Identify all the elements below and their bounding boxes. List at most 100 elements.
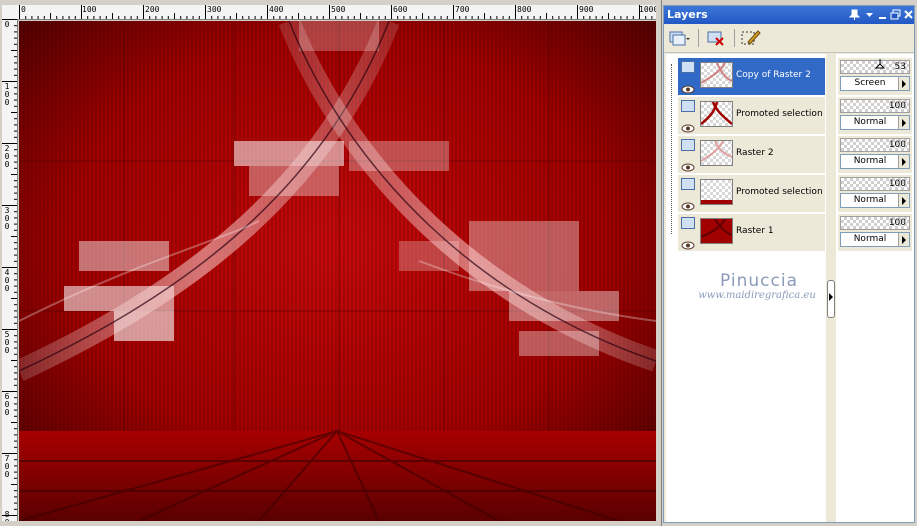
ruler-left-label: 600 xyxy=(4,392,10,417)
layer-row-raster-2[interactable]: Raster 2 xyxy=(678,136,825,174)
close-icon[interactable] xyxy=(903,9,914,20)
dropdown-arrow-icon[interactable] xyxy=(898,77,909,90)
blend-mode-value: Normal xyxy=(853,195,887,205)
layer-name: Raster 2 xyxy=(736,148,774,158)
layer-name: Raster 1 xyxy=(736,226,774,236)
layer-name: Copy of Raster 2 xyxy=(736,70,811,80)
eye-icon[interactable] xyxy=(681,157,695,172)
layer-group-line xyxy=(671,64,673,234)
opacity-slider[interactable]: 100 xyxy=(840,216,910,230)
new-layer-icon[interactable] xyxy=(668,28,690,48)
eye-icon[interactable] xyxy=(681,196,695,211)
layer-thumbnail xyxy=(700,140,733,166)
ruler-top-label: 400 xyxy=(269,5,284,14)
opacity-slider[interactable]: 100 xyxy=(840,177,910,191)
layers-list: Copy of Raster 2 Promoted selection Rast… xyxy=(666,54,831,522)
blend-mode-select[interactable]: Normal xyxy=(840,115,910,130)
dropdown-arrow-icon[interactable] xyxy=(898,116,909,129)
layers-palette: Layers Copy of Raster 2 Promoted selecti… xyxy=(663,5,915,523)
dropdown-arrow-icon[interactable] xyxy=(898,155,909,168)
toolbar-separator xyxy=(698,29,699,47)
layer-name: Promoted selection 1 xyxy=(736,187,832,197)
eye-icon[interactable] xyxy=(681,79,695,94)
blend-mode-select[interactable]: Screen xyxy=(840,76,910,91)
ruler-top[interactable]: 0 100 200 300 400 500 600 700 800 900 10… xyxy=(19,5,656,20)
slider-thumb-icon[interactable] xyxy=(875,59,885,69)
layer-visibility-toggle[interactable] xyxy=(681,100,695,112)
layer-thumbnail xyxy=(700,218,733,244)
ruler-top-label: 100 xyxy=(82,5,97,14)
blend-mode-value: Normal xyxy=(853,117,887,127)
canvas-artwork xyxy=(19,21,656,521)
ruler-left-label: 400 xyxy=(4,268,10,293)
layer-thumbnail xyxy=(700,179,733,205)
ruler-left-label: 100 xyxy=(4,82,10,107)
dropdown-arrow-icon[interactable] xyxy=(898,194,909,207)
ruler-top-label: 500 xyxy=(331,5,346,14)
ruler-left-label: 500 xyxy=(4,330,10,355)
blend-mode-select[interactable]: Normal xyxy=(840,154,910,169)
layer-props-promoted-selection: 100 Normal xyxy=(838,97,912,134)
eye-icon[interactable] xyxy=(681,235,695,250)
layer-visibility-toggle[interactable] xyxy=(681,217,695,229)
layer-row-promoted-selection-1[interactable]: Promoted selection 1 xyxy=(678,175,831,213)
ruler-left-label: 200 xyxy=(4,144,10,169)
opacity-value: 100 xyxy=(888,218,906,228)
palette-title: Layers xyxy=(667,8,708,21)
edit-selection-icon[interactable] xyxy=(740,28,762,48)
blend-mode-select[interactable]: Normal xyxy=(840,232,910,247)
ruler-top-label: 0 xyxy=(21,5,26,14)
ruler-top-label: 1000 xyxy=(639,5,656,14)
eye-icon[interactable] xyxy=(681,118,695,133)
ruler-top-label: 900 xyxy=(579,5,594,14)
delete-layer-icon[interactable] xyxy=(706,28,728,48)
splitter-handle[interactable] xyxy=(827,280,835,318)
expand-arrow-icon xyxy=(829,293,833,301)
layer-row-promoted-selection[interactable]: Promoted selection xyxy=(678,97,825,135)
layer-row-copy-of-raster-2[interactable]: Copy of Raster 2 xyxy=(678,58,825,96)
ruler-top-label: 700 xyxy=(455,5,470,14)
ruler-left-label: 700 xyxy=(4,454,10,479)
layer-props-promoted-selection-1: 100 Normal xyxy=(838,175,912,212)
dropdown-icon[interactable] xyxy=(864,9,875,20)
layer-properties-column: 53 Screen 100 Normal 100 Normal 100 Norm… xyxy=(836,54,914,522)
blend-mode-value: Normal xyxy=(853,234,887,244)
ruler-top-label: 300 xyxy=(207,5,222,14)
watermark-url: www.maidiregrafica.eu xyxy=(698,290,816,301)
layer-props-copy-of-raster-2: 53 Screen xyxy=(838,58,912,95)
opacity-value: 100 xyxy=(888,179,906,189)
opacity-slider[interactable]: 100 xyxy=(840,138,910,152)
layer-thumbnail xyxy=(700,101,733,127)
app-window: 0 100 200 300 400 500 600 700 800 900 10… xyxy=(0,0,917,526)
opacity-slider[interactable]: 53 xyxy=(840,59,910,74)
dropdown-arrow-icon[interactable] xyxy=(898,233,909,246)
blend-mode-value: Screen xyxy=(854,78,886,88)
ruler-left-label: 800 xyxy=(4,510,10,522)
layer-props-raster-2: 100 Normal xyxy=(838,136,912,173)
layer-visibility-toggle[interactable] xyxy=(681,178,695,190)
blend-mode-select[interactable]: Normal xyxy=(840,193,910,208)
restore-icon[interactable] xyxy=(890,9,901,20)
ruler-left-label: 0 xyxy=(4,20,10,29)
layer-visibility-toggle[interactable] xyxy=(681,139,695,151)
opacity-value: 100 xyxy=(888,140,906,150)
ruler-corner xyxy=(2,5,20,20)
palette-title-bar[interactable]: Layers xyxy=(664,6,914,24)
ruler-top-label: 200 xyxy=(145,5,160,14)
image-canvas[interactable] xyxy=(19,21,656,521)
opacity-slider[interactable]: 100 xyxy=(840,99,910,113)
layer-visibility-toggle[interactable] xyxy=(681,61,695,73)
document-window: 0 100 200 300 400 500 600 700 800 900 10… xyxy=(0,0,662,526)
blend-mode-value: Normal xyxy=(853,156,887,166)
ruler-left-label: 300 xyxy=(4,206,10,231)
layer-thumbnail xyxy=(700,62,733,88)
toolbar-separator xyxy=(734,29,735,47)
layer-name: Promoted selection xyxy=(736,109,823,119)
layer-row-raster-1[interactable]: Raster 1 xyxy=(678,214,825,252)
ruler-top-label: 800 xyxy=(517,5,532,14)
opacity-value: 53 xyxy=(894,62,906,72)
ruler-left[interactable]: 0 100 200 300 400 500 600 700 800 xyxy=(2,19,18,521)
minimize-icon[interactable] xyxy=(877,9,888,20)
palette-splitter[interactable] xyxy=(826,54,835,522)
pin-icon[interactable] xyxy=(848,9,861,20)
